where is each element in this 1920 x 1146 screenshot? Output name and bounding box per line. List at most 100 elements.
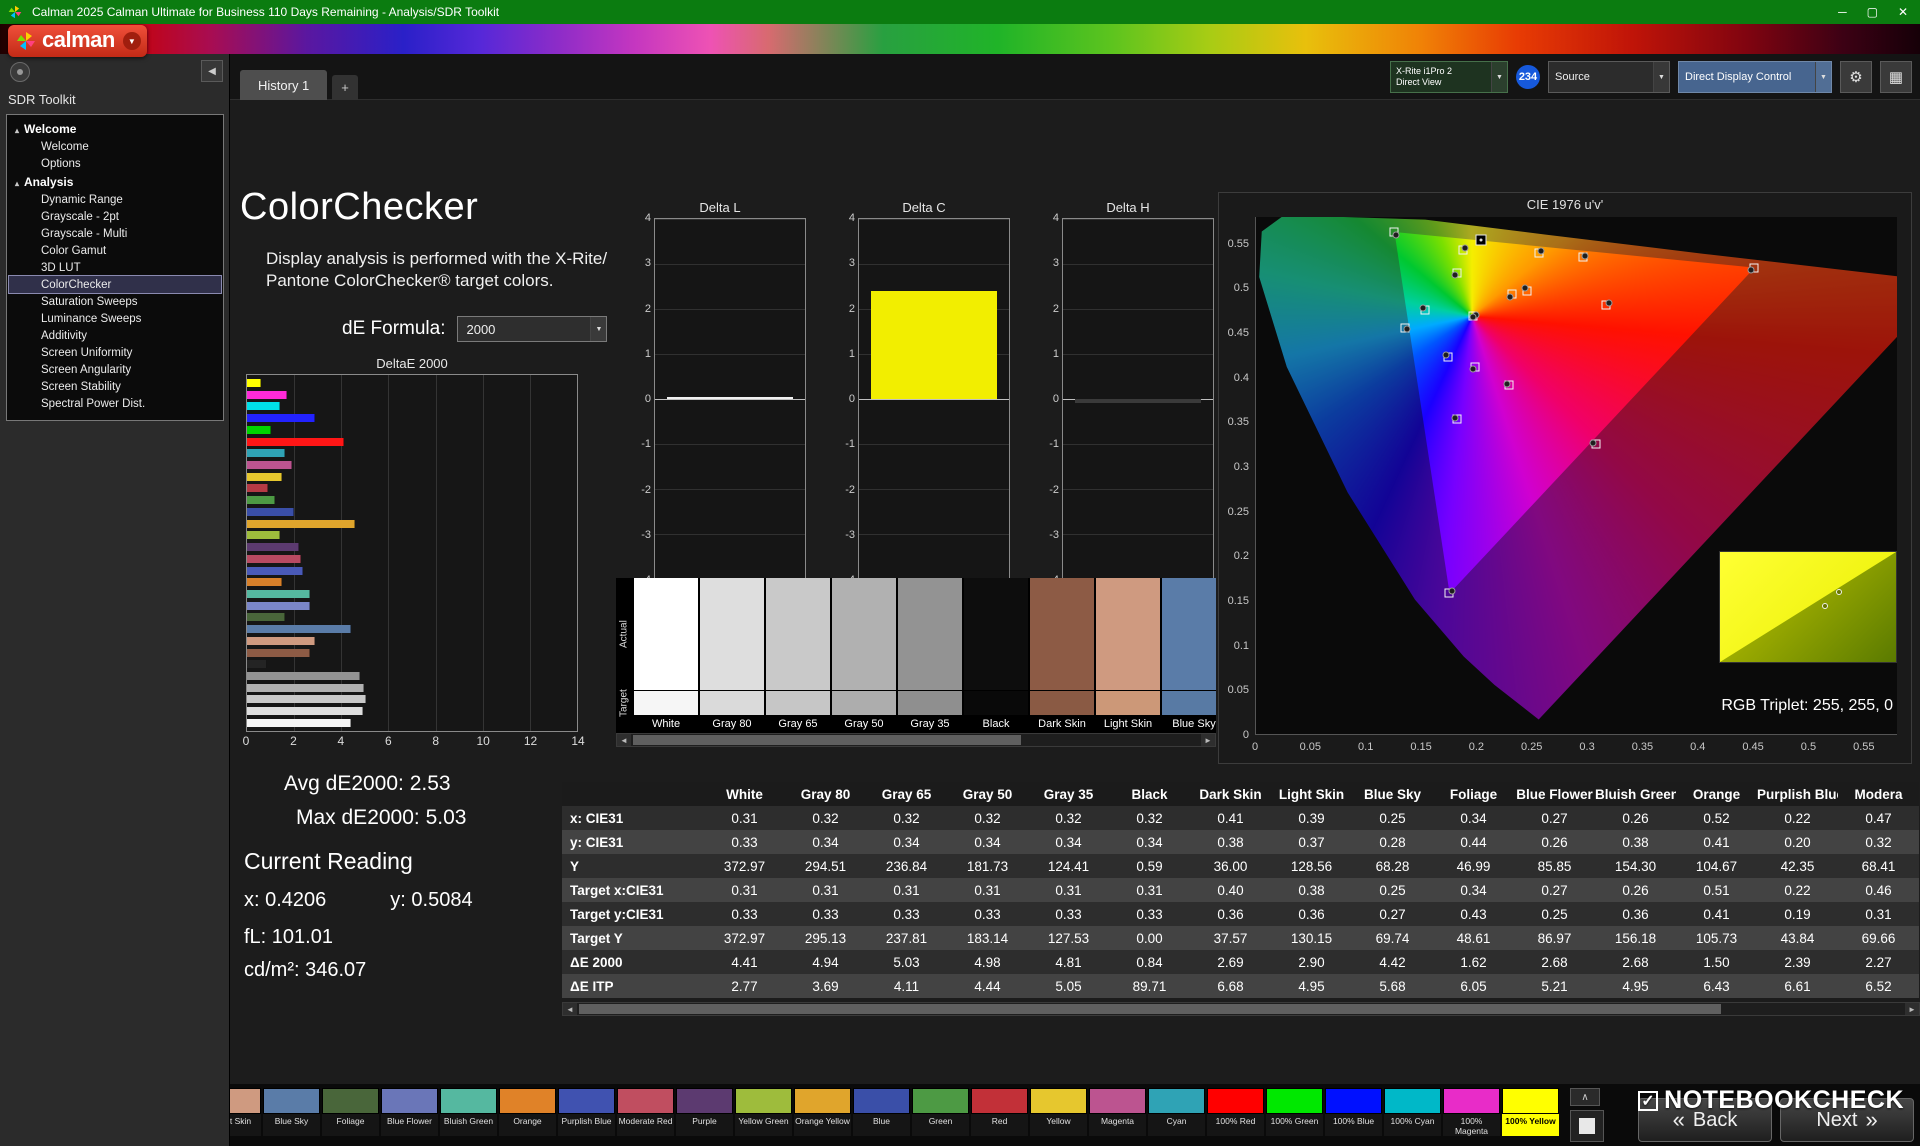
axis-tick-label: 3	[645, 257, 651, 269]
cell: 0.26	[1595, 806, 1676, 830]
patch-button-100-yellow[interactable]: 100% Yellow	[1502, 1088, 1559, 1136]
layout-button[interactable]: ▦	[1880, 61, 1912, 93]
scroll-left-button[interactable]: ◄	[617, 734, 631, 746]
nav-item-spectral-power-dist[interactable]: Spectral Power Dist.	[9, 395, 221, 412]
patch-button-yellow[interactable]: Yellow	[1030, 1088, 1087, 1136]
scroll-left-button[interactable]: ◄	[563, 1003, 577, 1015]
table-row: x: CIE310.310.320.320.320.320.320.410.39…	[562, 806, 1919, 830]
scroll-track[interactable]	[631, 734, 1201, 746]
calman-logo[interactable]: calman ▼	[8, 25, 147, 57]
patch-color	[440, 1088, 497, 1114]
patch-label: Bluish Green	[440, 1114, 497, 1136]
patch-button-100-green[interactable]: 100% Green	[1266, 1088, 1323, 1136]
source-selector[interactable]: Source ▼	[1548, 61, 1670, 93]
bar-row	[247, 590, 577, 598]
patch-button-orange[interactable]: Orange	[499, 1088, 556, 1136]
patch-list-up-button[interactable]: ∧	[1570, 1088, 1600, 1106]
swatch-scrollbar[interactable]: ◄ ►	[616, 733, 1216, 747]
axis-tick-label: 0.25	[1228, 506, 1249, 518]
patch-color	[1207, 1088, 1264, 1114]
settings-button[interactable]: ⚙	[1840, 61, 1872, 93]
patch-button-magenta[interactable]: Magenta	[1089, 1088, 1146, 1136]
scroll-thumb[interactable]	[633, 735, 1021, 745]
measured-marker	[1582, 253, 1589, 260]
nav-item-colorchecker[interactable]: ColorChecker	[9, 276, 221, 293]
nav-item-additivity[interactable]: Additivity	[9, 327, 221, 344]
display-control-selector[interactable]: Direct Display Control ▼	[1678, 61, 1832, 93]
sidebar-collapse-button[interactable]: ◀	[201, 60, 223, 82]
add-tab-button[interactable]: +	[332, 75, 358, 100]
nav-item-grayscale-2pt[interactable]: Grayscale - 2pt	[9, 208, 221, 225]
cell: 0.34	[785, 830, 866, 854]
nav-item-color-gamut[interactable]: Color Gamut	[9, 242, 221, 259]
nav-item-screen-uniformity[interactable]: Screen Uniformity	[9, 344, 221, 361]
scroll-right-button[interactable]: ►	[1905, 1003, 1919, 1015]
meter-selector[interactable]: X-Rite i1Pro 2 Direct View ▼	[1390, 61, 1508, 93]
patch-button-cyan[interactable]: Cyan	[1148, 1088, 1205, 1136]
patch-button-purplish-blue[interactable]: Purplish Blue	[558, 1088, 615, 1136]
patch-button-100-blue[interactable]: 100% Blue	[1325, 1088, 1382, 1136]
toolkit-title: SDR Toolkit	[8, 92, 76, 107]
nav-item-3d-lut[interactable]: 3D LUT	[9, 259, 221, 276]
patch-button-100-red[interactable]: 100% Red	[1207, 1088, 1264, 1136]
patch-button-blue-sky[interactable]: Blue Sky	[263, 1088, 320, 1136]
patch-button-100-magenta[interactable]: 100% Magenta	[1443, 1088, 1500, 1136]
nav-item-saturation-sweeps[interactable]: Saturation Sweeps	[9, 293, 221, 310]
target-swatch	[1162, 691, 1216, 715]
nav-item-dynamic-range[interactable]: Dynamic Range	[9, 191, 221, 208]
patch-button-moderate-red[interactable]: Moderate Red	[617, 1088, 674, 1136]
measured-marker	[1393, 231, 1400, 238]
cell: 0.32	[1028, 806, 1109, 830]
tab-history-1[interactable]: History 1	[240, 70, 327, 100]
patch-button-bluish-green[interactable]: Bluish Green	[440, 1088, 497, 1136]
maximize-button[interactable]: ▢	[1867, 5, 1878, 19]
column-header: White	[704, 782, 785, 806]
measured-marker	[1469, 365, 1476, 372]
axis-tick-label: 3	[1053, 257, 1059, 269]
table-row: ΔE ITP2.773.694.114.445.0589.716.684.955…	[562, 974, 1919, 998]
patch-button-red[interactable]: Red	[971, 1088, 1028, 1136]
bar-row	[247, 602, 577, 610]
patch-button-orange-yellow[interactable]: Orange Yellow	[794, 1088, 851, 1136]
de-formula-select[interactable]: 2000 ▼	[457, 316, 607, 342]
cell: 0.34	[866, 830, 947, 854]
column-header: Light Skin	[1271, 782, 1352, 806]
nav-item-screen-angularity[interactable]: Screen Angularity	[9, 361, 221, 378]
workflow-icon[interactable]	[10, 62, 30, 82]
nav-item-luminance-sweeps[interactable]: Luminance Sweeps	[9, 310, 221, 327]
bar	[247, 391, 287, 399]
cell: 295.13	[785, 926, 866, 950]
measured-marker	[1404, 326, 1411, 333]
close-button[interactable]: ✕	[1898, 5, 1908, 19]
calman-pinwheel-icon	[8, 5, 22, 19]
patch-button-blue[interactable]: Blue	[853, 1088, 910, 1136]
logo-menu-button[interactable]: ▼	[123, 32, 141, 50]
scroll-track[interactable]	[577, 1003, 1905, 1015]
cell: 0.33	[704, 902, 785, 926]
scroll-thumb[interactable]	[579, 1004, 1721, 1014]
nav-item-grayscale-multi[interactable]: Grayscale - Multi	[9, 225, 221, 242]
table-scrollbar[interactable]: ◄ ►	[562, 1002, 1920, 1016]
patch-button-100-cyan[interactable]: 100% Cyan	[1384, 1088, 1441, 1136]
patch-button-light-skin[interactable]: Light Skin	[230, 1088, 261, 1136]
bar-row	[247, 567, 577, 575]
minimize-button[interactable]: ─	[1838, 5, 1847, 19]
pattern-window-button[interactable]	[1570, 1110, 1604, 1142]
cell: 6.61	[1757, 974, 1838, 998]
scroll-right-button[interactable]: ►	[1201, 734, 1215, 746]
nav-section-analysis[interactable]: ▴Analysis	[9, 172, 221, 191]
nav-section-welcome[interactable]: ▴Welcome	[9, 119, 221, 138]
row-label: Target y:CIE31	[562, 902, 704, 926]
patch-label: Moderate Red	[617, 1114, 674, 1136]
patch-button-blue-flower[interactable]: Blue Flower	[381, 1088, 438, 1136]
nav-item-welcome[interactable]: Welcome	[9, 138, 221, 155]
nav-item-options[interactable]: Options	[9, 155, 221, 172]
patch-button-purple[interactable]: Purple	[676, 1088, 733, 1136]
patch-button-green[interactable]: Green	[912, 1088, 969, 1136]
patch-button-foliage[interactable]: Foliage	[322, 1088, 379, 1136]
bar	[247, 473, 282, 481]
cell: 0.36	[1190, 902, 1271, 926]
grid-icon: ▦	[1889, 68, 1903, 86]
nav-item-screen-stability[interactable]: Screen Stability	[9, 378, 221, 395]
patch-button-yellow-green[interactable]: Yellow Green	[735, 1088, 792, 1136]
